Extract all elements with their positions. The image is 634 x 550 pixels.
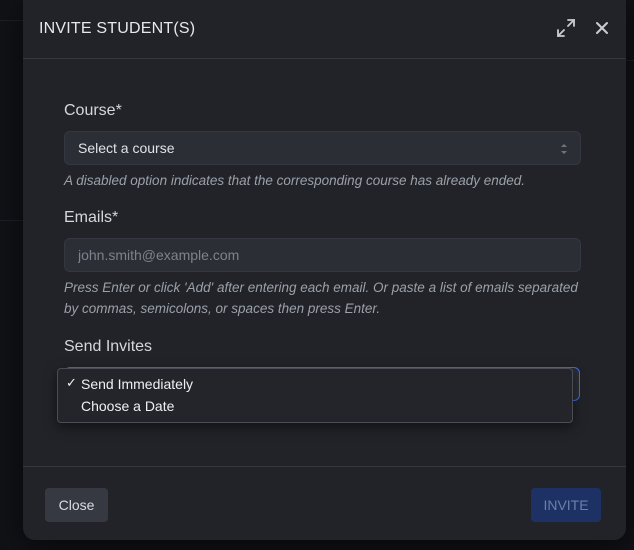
emails-field-wrapper — [64, 238, 581, 272]
select-arrows-icon — [561, 144, 567, 154]
send-invites-label: Send Invites — [64, 338, 153, 355]
emails-help-text: Press Enter or click 'Add' after enterin… — [64, 280, 578, 316]
option-label: Send Immediately — [81, 376, 194, 392]
option-label: Choose a Date — [81, 398, 175, 414]
close-icon[interactable] — [590, 16, 614, 40]
modal-footer: Close INVITE — [23, 466, 626, 541]
modal-title: INVITE STUDENT(S) — [39, 20, 196, 37]
send-invites-dropdown: ✓ Send Immediately Choose a Date — [57, 368, 573, 423]
invite-students-modal: INVITE STUDENT(S) Course* Select a cours… — [23, 0, 626, 540]
header-actions — [554, 16, 614, 40]
course-help-text: A disabled option indicates that the cor… — [64, 173, 526, 188]
course-select[interactable]: Select a course — [64, 131, 581, 165]
modal-header: INVITE STUDENT(S) — [23, 0, 626, 59]
expand-icon[interactable] — [554, 16, 578, 40]
option-send-immediately[interactable]: ✓ Send Immediately — [58, 374, 572, 396]
option-choose-date[interactable]: Choose a Date — [58, 396, 572, 418]
emails-label: Emails* — [64, 209, 119, 226]
course-select-value: Select a course — [78, 140, 175, 156]
background-divider — [626, 60, 634, 61]
close-button[interactable]: Close — [45, 488, 108, 522]
background-divider — [0, 20, 23, 21]
emails-input[interactable] — [65, 239, 580, 271]
invite-button[interactable]: INVITE — [531, 488, 601, 522]
course-label: Course* — [64, 102, 122, 119]
checkmark-icon: ✓ — [66, 375, 77, 390]
background-divider — [0, 220, 23, 221]
